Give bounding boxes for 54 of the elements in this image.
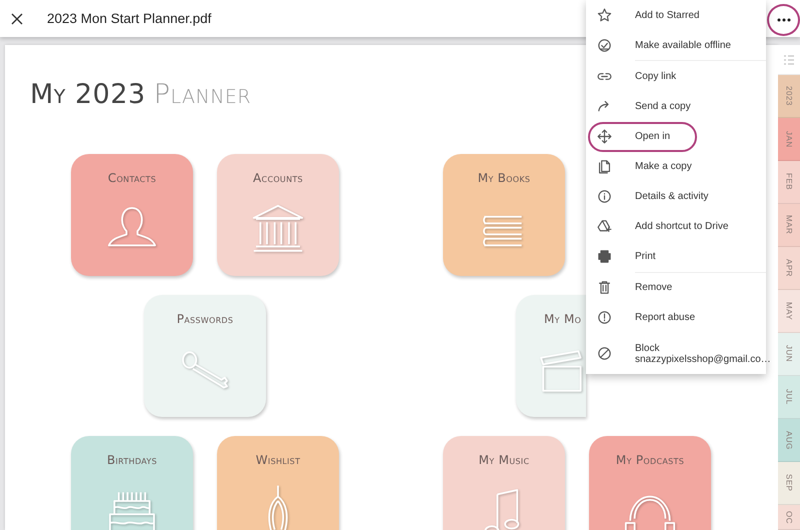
month-tab[interactable]: 2023	[778, 75, 800, 118]
planner-tile[interactable]: My Books	[443, 154, 565, 276]
menu-item[interactable]: Add to Starred	[586, 0, 766, 30]
block-icon	[596, 345, 613, 362]
menu-item[interactable]: Print	[586, 242, 766, 272]
check-circle-icon	[596, 36, 613, 54]
tile-label: My Music	[478, 453, 530, 467]
tile-label: Passwords	[176, 312, 234, 326]
tile-label: Contacts	[108, 171, 156, 185]
menu-item[interactable]: Make a copy	[586, 151, 766, 182]
menu-item[interactable]: Add shortcut to Drive	[586, 212, 766, 242]
menu-item[interactable]: Copy link	[586, 61, 766, 92]
info-icon	[596, 188, 613, 206]
month-tab[interactable]: MAR	[778, 204, 800, 247]
menu-item[interactable]: Details & activity	[586, 182, 766, 212]
menu-item[interactable]: Report abuse	[586, 302, 766, 334]
planner-tile[interactable]: Wishlist	[217, 436, 339, 530]
tile-label: My Books	[478, 171, 530, 185]
month-tab[interactable]: JUL	[778, 376, 800, 419]
planner-tile[interactable]: Passwords	[144, 295, 266, 417]
tile-label: Accounts	[253, 171, 303, 185]
month-tab[interactable]: AUG	[778, 419, 800, 462]
list-icon	[783, 54, 795, 66]
planner-tile[interactable]: My Music	[443, 436, 565, 530]
tile-label: My Mo	[544, 312, 582, 326]
planner-title-accent: Planner	[154, 79, 252, 110]
planner-tile[interactable]: My Mo	[516, 295, 586, 417]
month-tab[interactable]: SEP	[778, 462, 800, 505]
menu-item[interactable]: Make available offline	[586, 30, 766, 60]
month-tab[interactable]: OC	[778, 505, 800, 530]
move-icon	[596, 128, 613, 145]
document-title: 2023 Mon Start Planner.pdf	[47, 11, 212, 26]
planner-title: My 2023	[30, 79, 146, 110]
planner-tile[interactable]: My Podcasts	[589, 436, 711, 530]
trash-icon	[596, 279, 613, 296]
tile-label: My Podcasts	[616, 453, 684, 467]
planner-tile[interactable]: Birthdays	[71, 436, 193, 530]
tile-label: Wishlist	[256, 453, 300, 467]
menu-item[interactable]: Send a copy	[586, 91, 766, 122]
tile-label: Birthdays	[106, 453, 157, 467]
close-icon	[11, 12, 23, 24]
star-icon	[596, 6, 613, 24]
month-tab[interactable]: APR	[778, 247, 800, 290]
exclamation-circle-icon	[596, 309, 613, 326]
menu-item[interactable]: Remove	[586, 272, 766, 303]
copy-icon	[596, 158, 613, 176]
more-icon	[776, 18, 790, 22]
planner-tile[interactable]: Contacts	[71, 154, 193, 276]
planner-tile[interactable]: Accounts	[217, 154, 339, 276]
month-tab[interactable]: FEB	[778, 161, 800, 204]
month-tab[interactable]: MAY	[778, 290, 800, 333]
menu-item[interactable]: Open in	[586, 121, 766, 152]
month-tab[interactable]: JUN	[778, 333, 800, 376]
more-button[interactable]	[767, 4, 800, 36]
